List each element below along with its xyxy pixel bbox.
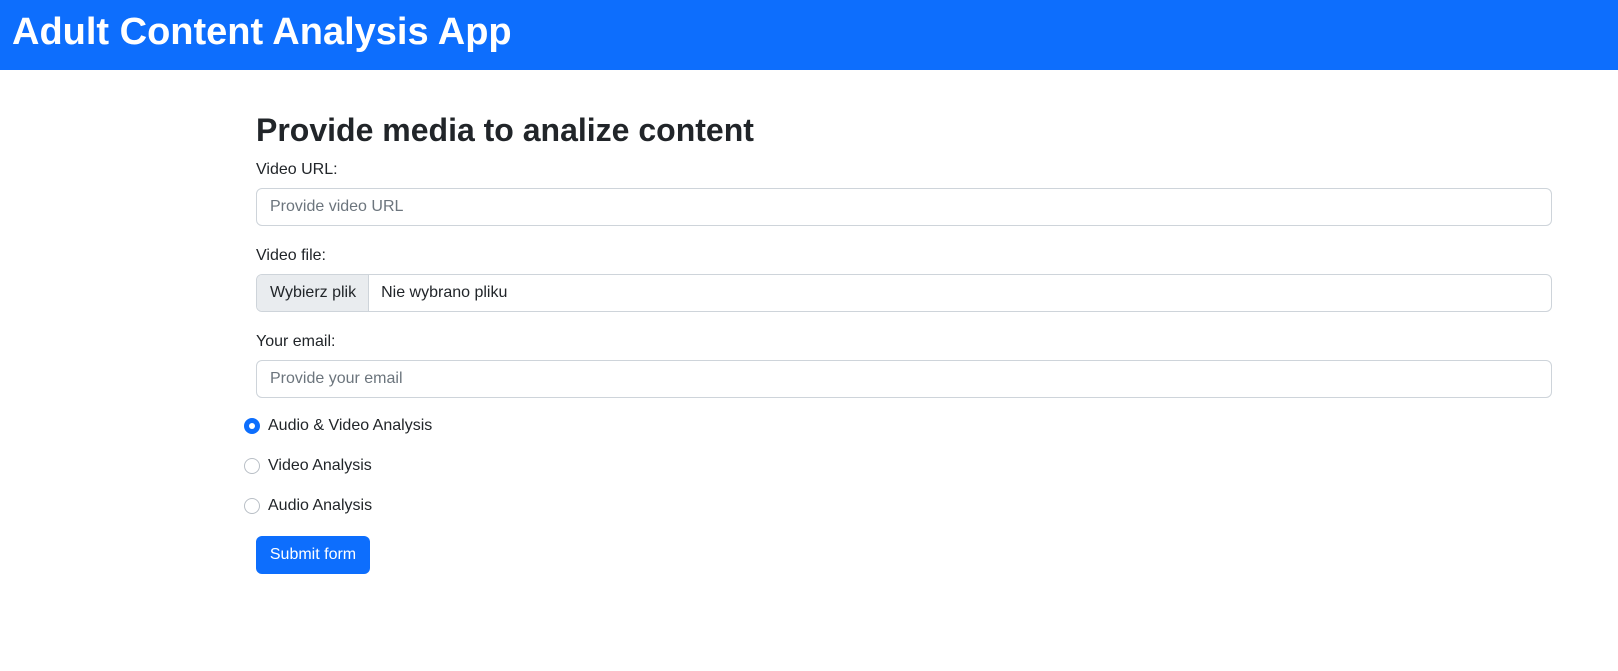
video-file-input[interactable]: Wybierz plik Nie wybrano pliku	[256, 274, 1552, 312]
radio-option-audio-video[interactable]: Audio & Video Analysis	[244, 414, 432, 438]
radio-option-video[interactable]: Video Analysis	[244, 454, 372, 478]
app-header: Adult Content Analysis App	[0, 0, 1618, 70]
radio-button-icon[interactable]	[244, 498, 260, 514]
radio-button-icon[interactable]	[244, 458, 260, 474]
video-url-input[interactable]	[256, 188, 1552, 226]
radio-option-audio[interactable]: Audio Analysis	[244, 494, 372, 518]
radio-label: Audio Analysis	[268, 497, 373, 514]
video-url-label: Video URL:	[256, 161, 338, 178]
radio-label: Video Analysis	[268, 457, 372, 474]
app-title: Adult Content Analysis App	[12, 11, 512, 53]
email-input[interactable]	[256, 360, 1552, 398]
choose-file-button[interactable]: Wybierz plik	[257, 275, 370, 311]
video-file-label: Video file:	[256, 247, 326, 264]
radio-button-icon[interactable]	[244, 418, 260, 434]
form-title: Provide media to analize content	[256, 112, 754, 148]
file-status-text: Nie wybrano pliku	[381, 284, 508, 301]
radio-label: Audio & Video Analysis	[268, 417, 433, 434]
email-label: Your email:	[256, 333, 336, 350]
submit-button[interactable]: Submit form	[256, 536, 370, 574]
